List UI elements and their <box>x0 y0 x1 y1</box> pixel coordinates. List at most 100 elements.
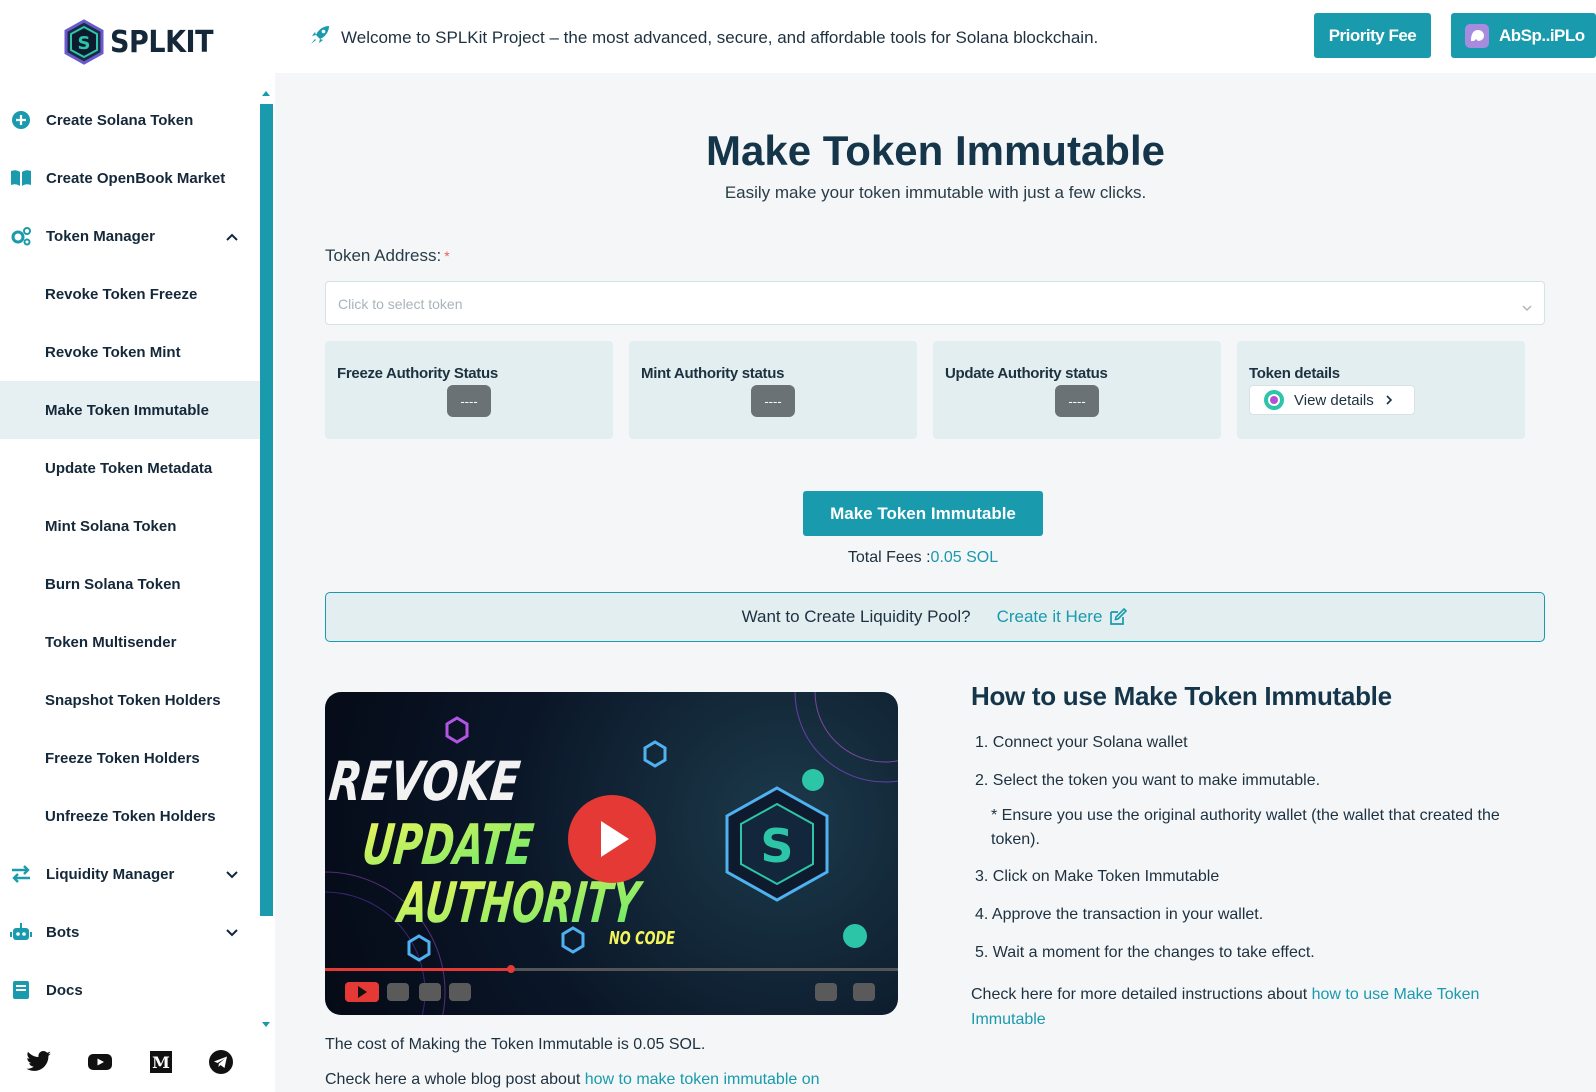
sidebar-item-label: Liquidity Manager <box>46 865 175 883</box>
sidebar-item-label: Token Manager <box>46 227 155 245</box>
settings-gear-icon[interactable] <box>815 983 837 1001</box>
telegram-icon[interactable] <box>208 1049 234 1080</box>
chevron-down-icon[interactable] <box>226 924 238 941</box>
skip-forward-icon[interactable] <box>419 983 441 1001</box>
wallet-ghost-icon <box>1465 23 1489 48</box>
sidebar-item-freeze-token-holders[interactable]: Freeze Token Holders <box>0 729 260 787</box>
card-title: Token details <box>1249 365 1340 382</box>
sidebar-item-make-token-immutable[interactable]: Make Token Immutable <box>0 381 260 439</box>
create-liquidity-link-text: Create it Here <box>996 607 1103 626</box>
sidebar-item-unfreeze-token-holders[interactable]: Unfreeze Token Holders <box>0 787 260 845</box>
wallet-button[interactable]: AbSp..iPLo <box>1451 13 1596 58</box>
swap-arrows-icon <box>10 863 32 885</box>
volume-icon[interactable] <box>449 983 471 1001</box>
sidebar-item-update-token-metadata[interactable]: Update Token Metadata <box>0 439 260 497</box>
sidebar-item-label: Docs <box>46 981 83 999</box>
sidebar-item-label: Unfreeze Token Holders <box>45 807 216 825</box>
sidebar-item-liquidity-manager[interactable]: Liquidity Manager <box>0 845 260 903</box>
medium-icon[interactable]: M <box>149 1050 173 1079</box>
chevron-down-icon[interactable] <box>226 866 238 883</box>
chevron-up-icon[interactable] <box>226 228 238 245</box>
twitter-icon[interactable] <box>26 1050 52 1078</box>
token-details-card: Token details View details <box>1237 341 1525 439</box>
youtube-icon[interactable] <box>87 1052 113 1077</box>
required-mark: * <box>444 248 450 264</box>
hexagon-decoration <box>407 934 431 962</box>
rocket-icon <box>309 24 331 51</box>
how-to-step: 3. Click on Make Token Immutable <box>975 868 1220 885</box>
splkit-logo-icon: S <box>64 19 104 65</box>
how-to-note: * Ensure you use the original authority … <box>991 807 1500 848</box>
wallet-address: AbSp..iPLo <box>1499 25 1585 45</box>
play-button-icon[interactable] <box>568 795 656 883</box>
how-to-step: 2. Select the token you want to make imm… <box>975 772 1321 789</box>
social-links: M <box>0 1048 260 1080</box>
fees-label: Total Fees : <box>847 549 931 566</box>
more-instructions: Check here for more detailed instruction… <box>971 982 1551 1032</box>
card-title: Update Authority status <box>945 365 1108 382</box>
make-token-immutable-button[interactable]: Make Token Immutable <box>803 491 1043 536</box>
video-scrubber[interactable] <box>507 965 515 973</box>
brand-logo[interactable]: S SPLKIT <box>62 18 225 66</box>
svg-text:S: S <box>78 33 91 54</box>
sidebar-item-snapshot-token-holders[interactable]: Snapshot Token Holders <box>0 671 260 729</box>
emblem-letter: S <box>760 819 793 873</box>
robot-icon <box>10 921 32 943</box>
plus-circle-icon <box>10 109 32 131</box>
card-title: Freeze Authority Status <box>337 365 498 382</box>
svg-text:M: M <box>152 1053 170 1072</box>
priority-fee-button[interactable]: Priority Fee <box>1314 13 1431 58</box>
sidebar-item-revoke-token-mint[interactable]: Revoke Token Mint <box>0 323 260 381</box>
top-header: Welcome to SPLKit Project – the most adv… <box>275 0 1596 73</box>
how-to-step: 1. Connect your Solana wallet <box>975 734 1188 751</box>
how-to-step: 4. Approve the transaction in your walle… <box>975 906 1264 923</box>
blog-post-link[interactable]: how to make token immutable on <box>585 1071 820 1088</box>
status-badge: ---- <box>447 385 491 417</box>
token-logo-icon <box>1264 390 1284 410</box>
sidebar-item-label: Revoke Token Mint <box>45 343 181 361</box>
hexagon-decoration <box>445 716 469 744</box>
sidebar-item-bots[interactable]: Bots <box>0 903 260 961</box>
sidebar-item-revoke-token-freeze[interactable]: Revoke Token Freeze <box>0 265 260 323</box>
how-to-section: How to use Make Token Immutable 1. Conne… <box>971 681 1551 1032</box>
welcome-text: Welcome to SPLKit Project – the most adv… <box>341 27 1099 47</box>
sidebar-item-token-manager[interactable]: Token Manager <box>0 207 260 265</box>
skip-back-icon[interactable] <box>387 983 409 1001</box>
status-badge: ---- <box>1055 385 1099 417</box>
freeze-authority-card: Freeze Authority Status ---- <box>325 341 613 439</box>
sidebar-item-docs[interactable]: Docs <box>0 961 260 1019</box>
sidebar-item-label: Create OpenBook Market <box>46 169 226 187</box>
sidebar-item-mint-solana-token[interactable]: Mint Solana Token <box>0 497 260 555</box>
mint-authority-card: Mint Authority status ---- <box>629 341 917 439</box>
total-fees: Total Fees :0.05 SOL <box>275 549 1571 567</box>
fullscreen-icon[interactable] <box>853 983 875 1001</box>
status-badge: ---- <box>751 385 795 417</box>
card-title: Mint Authority status <box>641 365 785 382</box>
orb-decoration <box>802 769 824 791</box>
sidebar-item-create-openbook-market[interactable]: Create OpenBook Market <box>0 149 260 207</box>
sidebar-item-label: Update Token Metadata <box>45 459 213 477</box>
create-liquidity-link[interactable]: Create it Here <box>997 607 1129 627</box>
welcome-banner: Welcome to SPLKit Project – the most adv… <box>309 24 1098 51</box>
brand-name: SPLKIT <box>110 24 214 60</box>
view-details-label: View details <box>1294 391 1374 409</box>
page-subtitle: Easily make your token immutable with ju… <box>724 183 1147 202</box>
sidebar-item-token-multisender[interactable]: Token Multisender <box>0 613 260 671</box>
splkit-emblem-icon: S <box>725 786 829 902</box>
sidebar-item-burn-solana-token[interactable]: Burn Solana Token <box>0 555 260 613</box>
sidebar-item-label: Create Solana Token <box>46 111 194 129</box>
scroll-down-arrow-icon[interactable] <box>262 1022 270 1027</box>
sidebar-scrollbar[interactable] <box>260 104 273 916</box>
video-line-2: UPDATE <box>359 813 536 878</box>
scroll-up-arrow-icon[interactable] <box>262 91 270 96</box>
hexagon-decoration <box>643 740 667 768</box>
gears-icon <box>10 225 32 247</box>
how-to-step: 5. Wait a moment for the changes to take… <box>975 944 1315 961</box>
sidebar-item-label: Bots <box>46 923 80 941</box>
sidebar-item-create-solana-token[interactable]: Create Solana Token <box>0 91 260 149</box>
view-details-button[interactable]: View details <box>1249 385 1415 415</box>
chevron-down-icon <box>1522 298 1532 316</box>
token-select[interactable]: Click to select token <box>325 281 1545 325</box>
token-select-placeholder: Click to select token <box>338 296 463 312</box>
tutorial-video-player[interactable]: S REVOKE UPDATE AUTHORITY NO CODE <box>325 692 898 1015</box>
